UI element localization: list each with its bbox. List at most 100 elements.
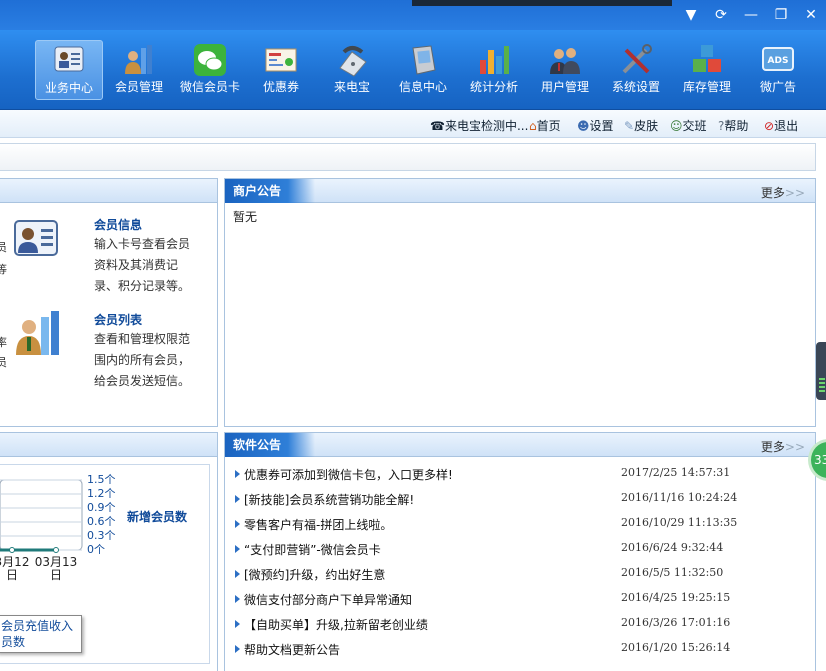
- nav-micro-ads[interactable]: ADS 微广告: [744, 40, 812, 100]
- clipped-text: 员: [0, 241, 7, 254]
- panel-header: 商户公告 更多>>: [225, 179, 815, 203]
- nav-user-management[interactable]: 用户管理: [531, 40, 599, 100]
- member-list-icon[interactable]: [13, 309, 63, 359]
- dropdown-icon[interactable]: ▼: [676, 4, 706, 26]
- clipped-text: 率: [0, 336, 7, 349]
- y-tick-label: 0个: [87, 543, 105, 556]
- shift-users-icon: ☺: [670, 119, 683, 133]
- notice-item-date: 2016/5/5 11:32:50: [621, 566, 724, 579]
- tag-icon: ✎: [624, 119, 635, 133]
- member-management-icon: [121, 42, 157, 78]
- notice-item-link[interactable]: 【自助买单】升级,拉新留老创业绩: [235, 616, 428, 633]
- chart-tooltip: 会员充值收入 员数: [0, 615, 82, 653]
- y-tick-label: 0.9个: [87, 501, 116, 514]
- member-info-icon[interactable]: [13, 217, 61, 261]
- panel-header: [0, 179, 217, 203]
- phone-status-link[interactable]: ☎来电宝检测中...: [430, 117, 528, 134]
- home-link[interactable]: ⌂首页: [529, 117, 561, 134]
- nav-label: 信息中心: [398, 80, 447, 94]
- window-controls: ▼ ⟳ — ❐ ✕: [676, 4, 826, 26]
- notice-item-link[interactable]: [微预约]升级，约出好生意: [235, 566, 385, 583]
- x-tick-label: 3月12日: [0, 555, 30, 582]
- software-notice-title: 软件公告: [225, 433, 316, 457]
- member-info-desc: 输入卡号查看会员 资料及其消费记 录、积分记录等。: [94, 237, 191, 293]
- notice-item-link[interactable]: 零售客户有福-拼团上线啦。: [235, 516, 392, 533]
- y-tick-label: 1.2个: [87, 487, 116, 500]
- y-tick-label: 0.6个: [87, 515, 116, 528]
- nav-system-settings[interactable]: 系统设置: [602, 40, 670, 100]
- y-tick-label: 0.3个: [87, 529, 116, 542]
- notice-item-date: 2017/2/25 14:57:31: [621, 466, 731, 479]
- panel-header: [0, 433, 217, 457]
- data-point[interactable]: [53, 547, 59, 553]
- nav-phone[interactable]: 来电宝: [318, 40, 386, 100]
- ads-icon: ADS: [760, 42, 796, 78]
- user-settings-icon: ☻: [577, 119, 590, 133]
- notice-empty-text: 暂无: [233, 210, 258, 224]
- notice-item-date: 2016/3/26 17:01:16: [621, 616, 731, 629]
- nav-coupon[interactable]: 优惠券: [247, 40, 315, 100]
- title-bar-shadow: [412, 0, 672, 6]
- home-icon: ⌂: [529, 119, 537, 133]
- nav-label: 微广告: [759, 80, 796, 94]
- phone-icon: [334, 42, 370, 78]
- notice-item-date: 2016/10/29 11:13:35: [621, 516, 738, 529]
- nav-label: 库存管理: [682, 80, 731, 94]
- nav-inventory[interactable]: 库存管理: [673, 40, 741, 100]
- users-icon: [547, 42, 583, 78]
- nav-label: 优惠券: [262, 80, 299, 94]
- notice-item-date: 2016/11/16 10:24:24: [621, 491, 738, 504]
- no-entry-icon: ⊘: [764, 119, 775, 133]
- merchant-notice-panel: 商户公告 更多>> 暂无: [224, 178, 816, 427]
- tools-icon: [618, 42, 654, 78]
- logout-link[interactable]: ⊘退出: [764, 117, 798, 134]
- minimize-icon[interactable]: —: [736, 4, 766, 26]
- panel-header: 软件公告 更多>>: [225, 433, 815, 457]
- pda-icon: [405, 42, 441, 78]
- notice-item-date: 2016/6/24 9:32:44: [621, 541, 724, 554]
- chart-series-label: 新增会员数: [127, 510, 188, 524]
- coupon-icon: [263, 42, 299, 78]
- side-panel-handle[interactable]: [816, 342, 826, 400]
- member-info-title[interactable]: 会员信息: [94, 216, 142, 233]
- nav-info-center[interactable]: 信息中心: [389, 40, 457, 100]
- merchant-notice-title: 商户公告: [225, 179, 316, 203]
- shift-link[interactable]: ☺交班: [670, 117, 707, 134]
- bar-chart-icon: [476, 42, 512, 78]
- close-icon[interactable]: ✕: [796, 4, 826, 26]
- notice-item-link[interactable]: 帮助文档更新公告: [235, 641, 340, 658]
- help-link[interactable]: ?帮助: [718, 117, 748, 134]
- software-more-link[interactable]: 更多>>: [761, 438, 805, 455]
- merchant-more-link[interactable]: 更多>>: [761, 184, 805, 201]
- notice-item-date: 2016/4/25 19:25:15: [621, 591, 731, 604]
- restore-icon[interactable]: ❐: [766, 4, 796, 26]
- nav-label: 业务中心: [44, 81, 93, 95]
- notice-item-link[interactable]: “支付即营销”-微信会员卡: [235, 541, 381, 558]
- notice-item-date: 2016/1/20 15:26:14: [621, 641, 731, 654]
- settings-link[interactable]: ☻设置: [577, 117, 614, 134]
- app-window: ▼ ⟳ — ❐ ✕ 业务中心 会员管理 微信会员卡 优惠券 来电宝 信息中心 统…: [0, 0, 826, 671]
- nav-label: 微信会员卡: [179, 80, 240, 94]
- member-list-title[interactable]: 会员列表: [94, 311, 142, 328]
- y-tick-label: 1.5个: [87, 473, 116, 486]
- skin-link[interactable]: ✎皮肤: [624, 117, 658, 134]
- notice-item-link[interactable]: [新技能]会员系统营销功能全解!: [235, 491, 414, 508]
- notice-item-link[interactable]: 微信支付部分商户下单异常通知: [235, 591, 412, 608]
- business-center-icon: [51, 43, 87, 79]
- nav-member-management[interactable]: 会员管理: [105, 40, 173, 100]
- notice-item-link[interactable]: 优惠券可添加到微信卡包，入口更多样!: [235, 466, 453, 483]
- plot-area: [0, 479, 83, 551]
- quick-bar[interactable]: [0, 143, 816, 171]
- nav-label: 会员管理: [114, 80, 163, 94]
- title-bar: ▼ ⟳ — ❐ ✕: [0, 0, 826, 30]
- nav-label: 来电宝: [333, 80, 370, 94]
- member-chart: [0, 479, 83, 553]
- data-point[interactable]: [9, 547, 15, 553]
- nav-label: 统计分析: [469, 80, 518, 94]
- nav-statistics[interactable]: 统计分析: [460, 40, 528, 100]
- nav-wechat-card[interactable]: 微信会员卡: [176, 40, 244, 100]
- wechat-card-icon: [192, 42, 228, 78]
- x-tick-label: 03月13 日: [34, 555, 78, 582]
- refresh-icon[interactable]: ⟳: [706, 4, 736, 26]
- nav-business-center[interactable]: 业务中心: [35, 40, 103, 100]
